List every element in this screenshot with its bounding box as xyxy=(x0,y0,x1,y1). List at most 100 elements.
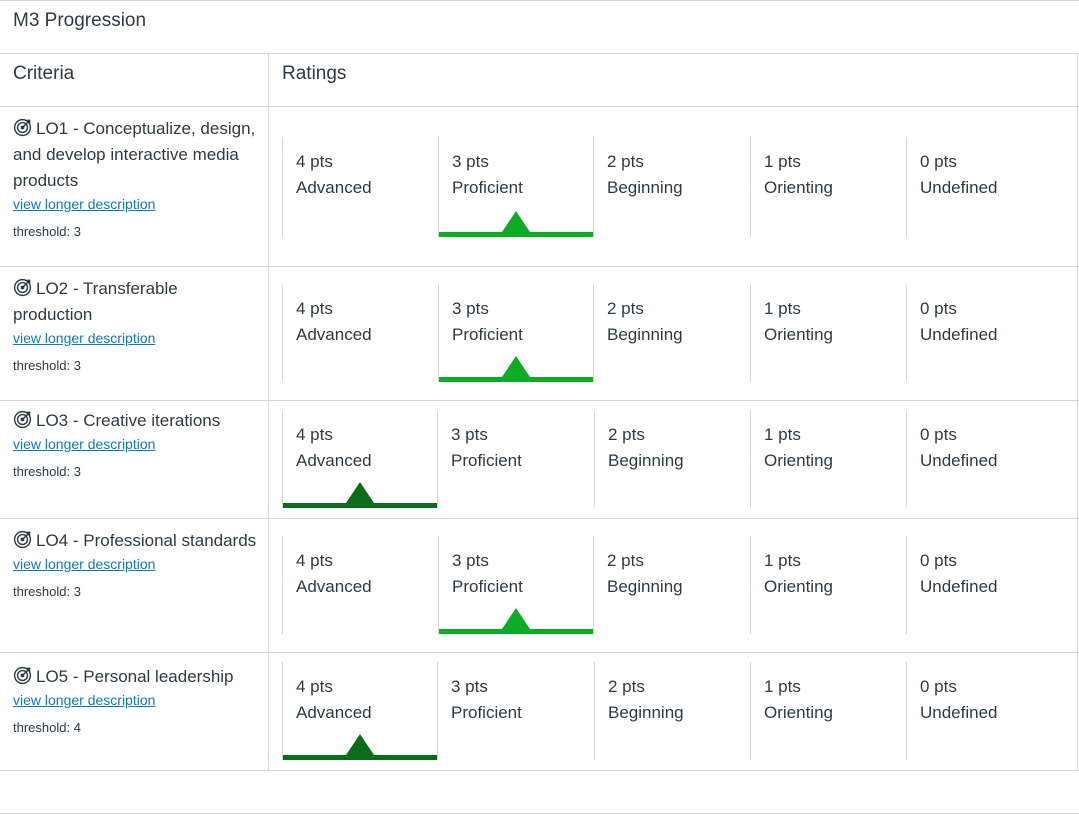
rating-cell[interactable]: 3 pts Proficient xyxy=(438,662,594,760)
rating-points: 2 pts xyxy=(608,677,645,696)
outcome-target-icon xyxy=(13,118,32,137)
rating-label: Undefined xyxy=(920,178,998,197)
selected-rating-bar xyxy=(439,377,593,382)
selected-rating-bar xyxy=(283,755,437,760)
ratings-header: Ratings xyxy=(282,63,347,84)
rating-label: Orienting xyxy=(764,703,833,722)
rating-cell[interactable]: 4 pts Advanced xyxy=(282,662,438,760)
rating-cell[interactable]: 2 pts Beginning xyxy=(594,137,750,237)
criterion-title: LO2 - Transferable production xyxy=(13,276,258,328)
rating-points: 0 pts xyxy=(920,425,957,444)
rating-points: 3 pts xyxy=(452,551,489,570)
rating-points: 2 pts xyxy=(607,152,644,171)
rating-points: 4 pts xyxy=(296,551,333,570)
rating-cell[interactable]: 4 pts Advanced xyxy=(282,536,438,634)
ratings-row: 4 pts Advanced 3 pts Proficient 2 pts Beginni… xyxy=(282,536,1064,634)
rating-cell[interactable]: 0 pts Undefined xyxy=(906,662,1062,760)
rating-label: Advanced xyxy=(296,703,372,722)
rating-points: 2 pts xyxy=(607,299,644,318)
rating-label: Advanced xyxy=(296,178,372,197)
rating-points: 1 pts xyxy=(764,677,801,696)
rating-label: Beginning xyxy=(607,325,683,344)
view-longer-description-link[interactable]: view longer description xyxy=(13,555,258,573)
criterion-title: LO4 - Professional standards xyxy=(13,528,258,554)
rating-cell[interactable]: 4 pts Advanced xyxy=(282,284,438,382)
divider xyxy=(0,0,1079,1)
threshold-label: threshold: 3 xyxy=(13,464,81,479)
criteria-header: Criteria xyxy=(13,63,75,84)
rubric-title: M3 Progression xyxy=(13,10,147,31)
criterion: LO2 - Transferable production view longer… xyxy=(13,276,258,373)
rating-label: Advanced xyxy=(296,451,372,470)
rating-label: Advanced xyxy=(296,325,372,344)
rating-cell[interactable]: 3 pts Proficient xyxy=(438,137,594,237)
rating-cell[interactable]: 2 pts Beginning xyxy=(594,410,750,508)
rating-cell[interactable]: 0 pts Undefined xyxy=(906,410,1062,508)
rating-points: 4 pts xyxy=(296,677,333,696)
rating-cell[interactable]: 1 pts Orienting xyxy=(750,410,906,508)
rating-cell[interactable]: 1 pts Orienting xyxy=(750,536,906,634)
rating-points: 4 pts xyxy=(296,152,333,171)
rating-label: Proficient xyxy=(452,577,523,596)
threshold-label: threshold: 3 xyxy=(13,224,81,239)
rating-points: 1 pts xyxy=(764,299,801,318)
rating-label: Undefined xyxy=(920,703,998,722)
rating-points: 0 pts xyxy=(920,299,957,318)
view-longer-description-link[interactable]: view longer description xyxy=(13,691,258,709)
rating-cell[interactable]: 1 pts Orienting xyxy=(750,137,906,237)
rating-label: Proficient xyxy=(451,451,522,470)
rating-points: 1 pts xyxy=(764,425,801,444)
rating-cell[interactable]: 3 pts Proficient xyxy=(438,536,594,634)
rating-cell[interactable]: 0 pts Undefined xyxy=(906,536,1062,634)
criterion: LO4 - Professional standards view longer … xyxy=(13,528,258,599)
divider xyxy=(0,106,1079,107)
rating-label: Beginning xyxy=(607,178,683,197)
view-longer-description-link[interactable]: view longer description xyxy=(13,195,258,213)
rating-cell[interactable]: 0 pts Undefined xyxy=(906,284,1062,382)
criterion-title-text: LO4 - Professional standards xyxy=(36,531,257,550)
rating-points: 0 pts xyxy=(920,551,957,570)
criterion-title-text: LO3 - Creative iterations xyxy=(36,411,221,430)
rating-cell[interactable]: 3 pts Proficient xyxy=(438,284,594,382)
criterion: LO3 - Creative iterations view longer des… xyxy=(13,408,258,479)
selected-rating-indicator-icon xyxy=(502,608,530,629)
view-longer-description-link[interactable]: view longer description xyxy=(13,435,258,453)
rating-cell[interactable]: 0 pts Undefined xyxy=(906,137,1062,237)
criterion: LO5 - Personal leadership view longer des… xyxy=(13,664,258,735)
rating-cell[interactable]: 2 pts Beginning xyxy=(594,662,750,760)
selected-rating-bar xyxy=(439,232,593,237)
rating-points: 1 pts xyxy=(764,551,801,570)
selected-rating-indicator-icon xyxy=(502,211,530,232)
rating-cell[interactable]: 2 pts Beginning xyxy=(594,536,750,634)
threshold-label: threshold: 4 xyxy=(13,720,81,735)
selected-rating-indicator-icon xyxy=(346,482,374,503)
criterion-title: LO1 - Conceptualize, design, and develop… xyxy=(13,116,258,194)
rating-points: 3 pts xyxy=(452,152,489,171)
criterion-title-text: LO1 - Conceptualize, design, and develop… xyxy=(13,119,256,190)
rating-label: Undefined xyxy=(920,451,998,470)
outcome-target-icon xyxy=(13,530,32,549)
divider xyxy=(0,770,1079,771)
rating-points: 3 pts xyxy=(451,677,488,696)
rating-label: Beginning xyxy=(607,577,683,596)
rating-cell[interactable]: 1 pts Orienting xyxy=(750,284,906,382)
threshold-label: threshold: 3 xyxy=(13,584,81,599)
outcome-target-icon xyxy=(13,666,32,685)
rating-points: 3 pts xyxy=(452,299,489,318)
rating-cell[interactable]: 2 pts Beginning xyxy=(594,284,750,382)
rating-cell[interactable]: 4 pts Advanced xyxy=(282,410,438,508)
rating-label: Advanced xyxy=(296,577,372,596)
rating-points: 2 pts xyxy=(607,551,644,570)
rating-cell[interactable]: 4 pts Advanced xyxy=(282,137,438,237)
ratings-row: 4 pts Advanced 3 pts Proficient 2 pts Beginni… xyxy=(282,662,1064,760)
column-divider xyxy=(268,53,269,770)
table-right-border xyxy=(1077,53,1078,770)
rating-label: Orienting xyxy=(764,577,833,596)
divider xyxy=(0,53,1079,54)
rating-cell[interactable]: 1 pts Orienting xyxy=(750,662,906,760)
rating-cell[interactable]: 3 pts Proficient xyxy=(438,410,594,508)
criterion: LO1 - Conceptualize, design, and develop… xyxy=(13,116,258,239)
view-longer-description-link[interactable]: view longer description xyxy=(13,329,258,347)
rating-label: Undefined xyxy=(920,577,998,596)
rating-label: Proficient xyxy=(451,703,522,722)
